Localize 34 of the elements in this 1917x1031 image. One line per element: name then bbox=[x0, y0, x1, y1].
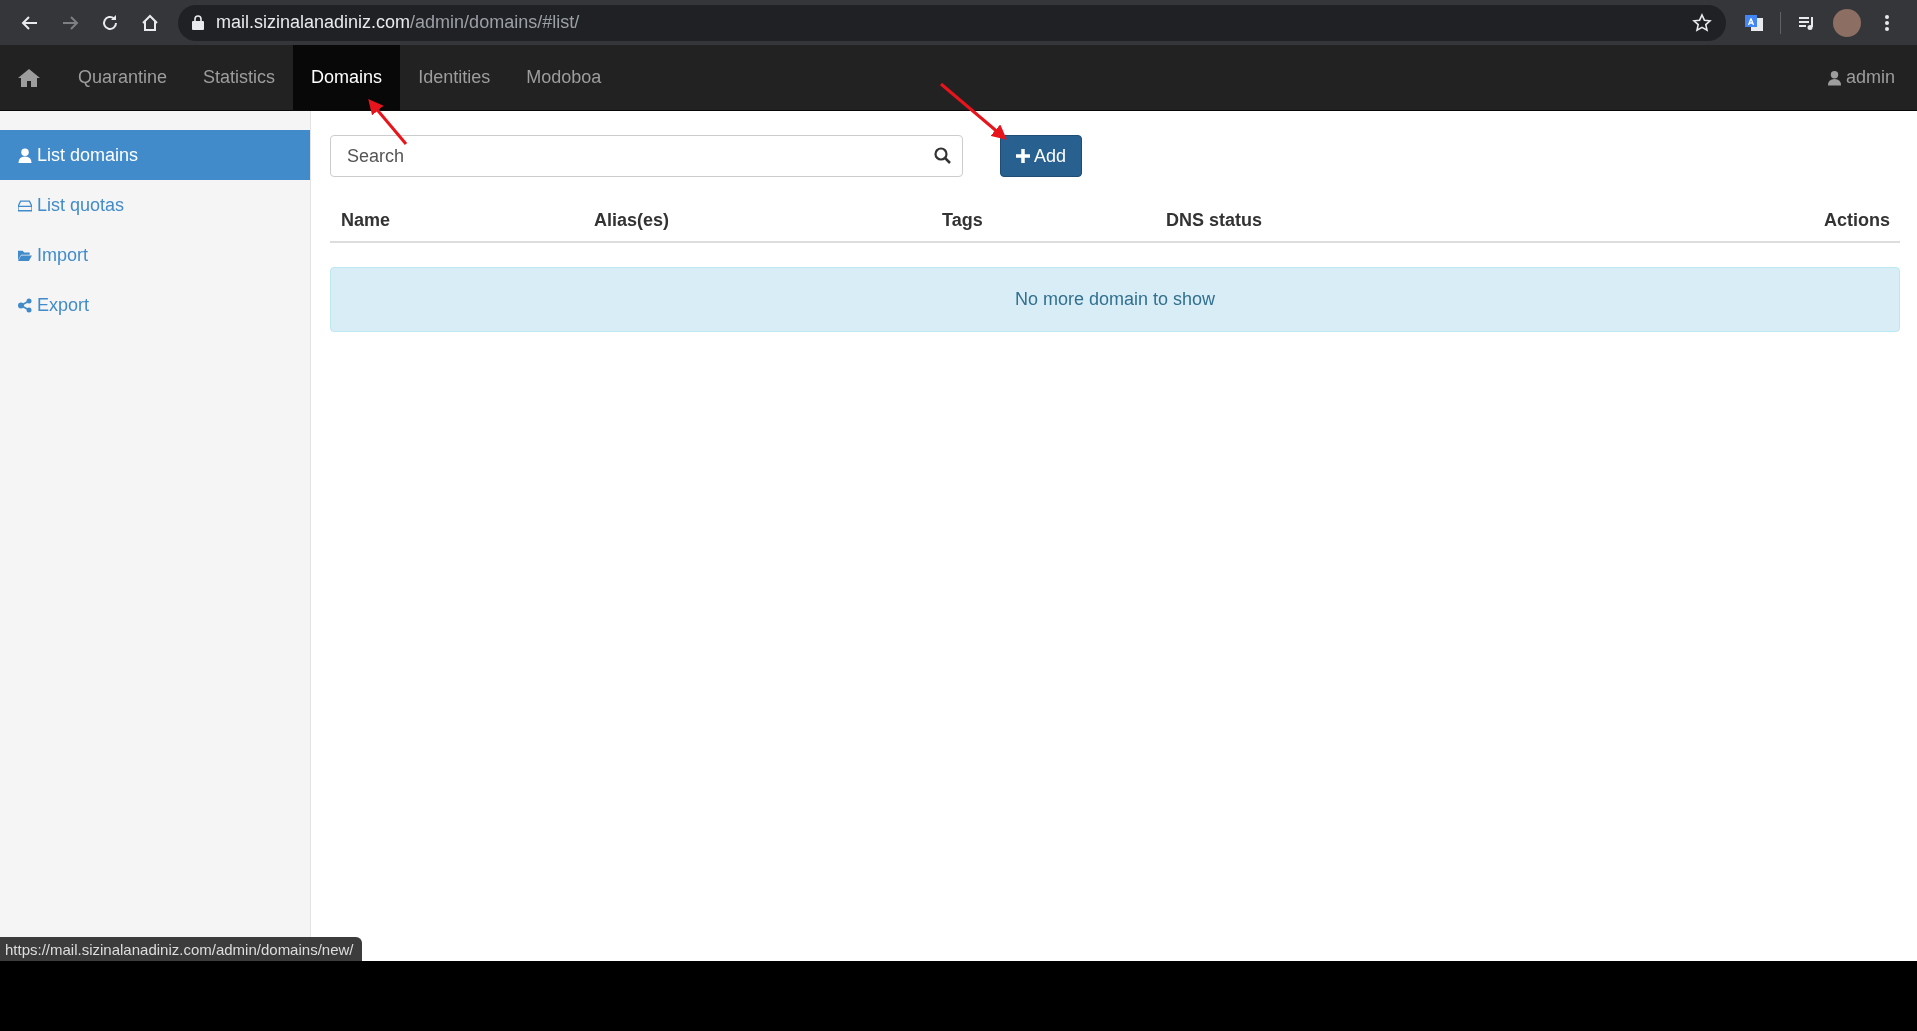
status-url: https://mail.sizinalanadiniz.com/admin/domains/new/ bbox=[0, 937, 362, 961]
user-menu[interactable]: admin bbox=[1845, 67, 1895, 88]
annotation-arrow bbox=[368, 99, 408, 145]
sidebar-item[interactable]: Import bbox=[0, 230, 310, 280]
user-icon bbox=[18, 147, 32, 163]
column-header: Alias(es) bbox=[593, 209, 671, 231]
home-icon[interactable] bbox=[18, 67, 40, 88]
share-icon bbox=[18, 297, 32, 313]
sidebar-item[interactable]: List quotas bbox=[0, 180, 310, 230]
sidebar-item[interactable]: List domains bbox=[0, 130, 310, 180]
user-icon bbox=[1827, 69, 1841, 86]
annotation-arrow bbox=[940, 82, 1007, 140]
address-bar[interactable]: mail.sizinalanadiniz.com/admin/domains/#list/ bbox=[178, 4, 1726, 41]
nav-tab[interactable]: Identities bbox=[400, 45, 509, 110]
nav-tab[interactable]: Modoboa bbox=[508, 45, 620, 110]
column-header: Actions bbox=[1823, 209, 1891, 231]
nav-tab[interactable]: Quarantine bbox=[60, 45, 186, 110]
column-header: DNS status bbox=[1165, 209, 1264, 231]
avatar[interactable] bbox=[1833, 8, 1861, 37]
url-host: mail.sizinalanadiniz.com bbox=[216, 12, 411, 33]
nav-tab[interactable]: Domains bbox=[293, 45, 401, 110]
column-header: Name bbox=[340, 209, 392, 231]
sidebar-item[interactable]: Export bbox=[0, 280, 310, 330]
column-header: Tags bbox=[941, 209, 984, 231]
add-button[interactable]: Add bbox=[1000, 135, 1083, 177]
empty-message: No more domain to show bbox=[330, 267, 1900, 332]
star-icon[interactable] bbox=[1692, 12, 1712, 33]
search-field[interactable]: Search bbox=[330, 135, 963, 177]
nav-tab[interactable]: Statistics bbox=[185, 45, 294, 110]
drive-icon bbox=[18, 197, 32, 213]
plus-icon bbox=[1016, 149, 1030, 163]
url-path: /admin/domains/#list/ bbox=[410, 12, 580, 33]
lock-icon bbox=[192, 15, 204, 30]
search-icon bbox=[934, 147, 951, 164]
